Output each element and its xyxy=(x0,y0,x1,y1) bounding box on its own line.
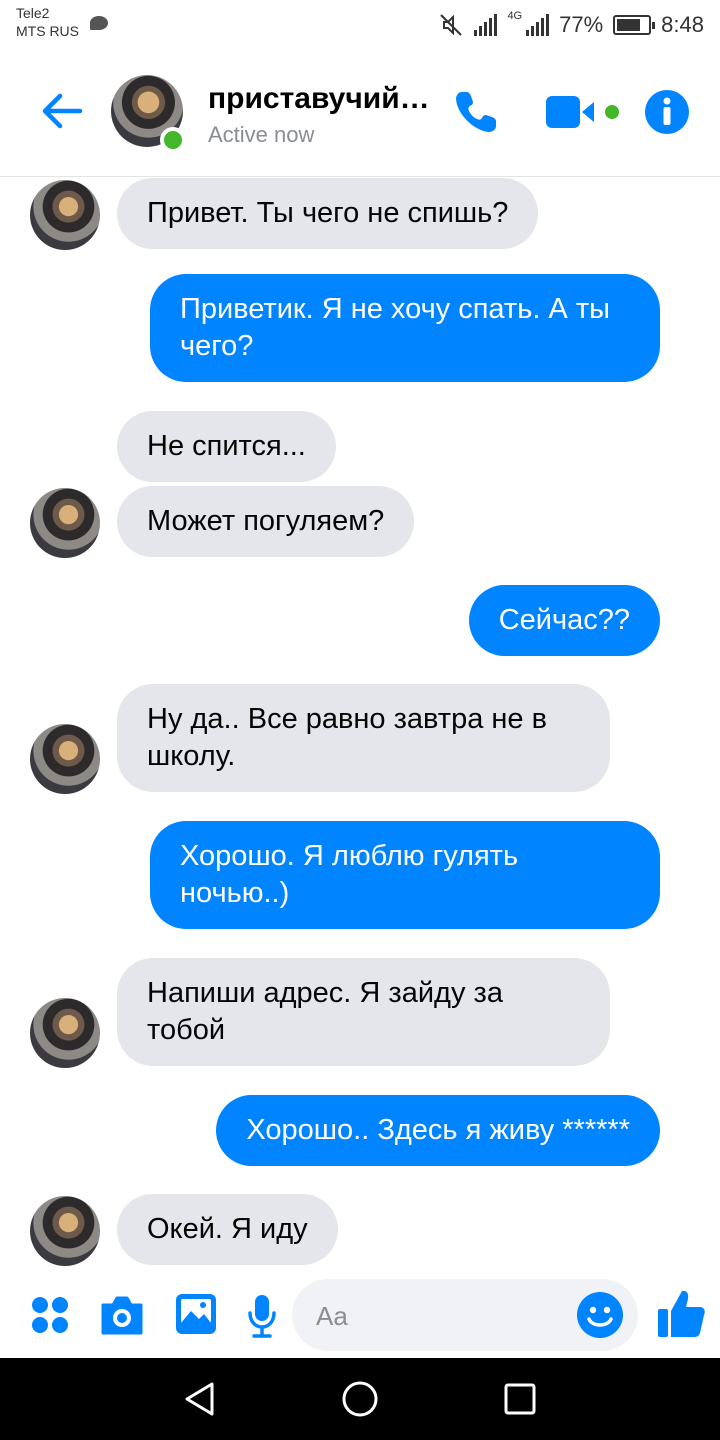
emoji-icon[interactable] xyxy=(576,1291,624,1339)
clock: 8:48 xyxy=(661,12,704,37)
outgoing-message[interactable]: Хорошо. Я люблю гулять ночью..) xyxy=(150,821,660,929)
contact-message-avatar[interactable] xyxy=(30,998,100,1068)
status-bar: Tele2 MTS RUS 4G 77% 8:48 xyxy=(0,0,720,52)
recents-square-icon[interactable] xyxy=(503,1382,537,1416)
contact-message-avatar[interactable] xyxy=(30,180,100,250)
chat-notification-icon xyxy=(90,16,108,30)
system-navigation-bar xyxy=(0,1358,720,1440)
carrier-info: Tele2 MTS RUS xyxy=(16,4,108,40)
signal-strength-2-icon xyxy=(526,14,550,36)
battery-percent: 77% xyxy=(559,12,604,37)
carrier-primary: Tele2 xyxy=(16,5,50,21)
active-status: Active now xyxy=(208,122,315,147)
incoming-message[interactable]: Ну да.. Все равно завтра не в школу. xyxy=(117,684,610,792)
status-icons: 4G 77% 8:48 xyxy=(438,10,704,40)
message-composer: Aa xyxy=(0,1273,720,1358)
back-arrow-icon[interactable] xyxy=(36,84,90,138)
incoming-message[interactable]: Окей. Я иду xyxy=(117,1194,338,1265)
contact-message-avatar[interactable] xyxy=(30,488,100,558)
incoming-message[interactable]: Не спится... xyxy=(117,411,336,482)
outgoing-message[interactable]: Приветик. Я не хочу спать. А ты чего? xyxy=(150,274,660,382)
signal-strength-icon xyxy=(474,14,498,36)
back-triangle-icon[interactable] xyxy=(182,1380,218,1418)
contact-message-avatar[interactable] xyxy=(30,1196,100,1266)
online-indicator xyxy=(160,127,186,153)
incoming-message[interactable]: Привет. Ты чего не спишь? xyxy=(117,178,539,249)
apps-icon[interactable] xyxy=(30,1295,70,1335)
home-circle-icon[interactable] xyxy=(341,1380,379,1418)
phone-icon[interactable] xyxy=(452,88,500,136)
contact-message-avatar[interactable] xyxy=(30,724,100,794)
conversation-header: приставучий… Active now xyxy=(0,52,720,177)
network-type: 4G xyxy=(507,10,523,22)
contact-name[interactable]: приставучий… xyxy=(208,82,438,116)
carrier-secondary: MTS RUS xyxy=(16,23,79,39)
info-icon[interactable] xyxy=(644,89,690,135)
microphone-icon[interactable] xyxy=(246,1293,278,1339)
outgoing-message[interactable]: Сейчас?? xyxy=(468,585,660,656)
message-input[interactable]: Aa xyxy=(292,1279,638,1351)
video-camera-icon[interactable] xyxy=(544,92,624,132)
thumbs-up-icon[interactable] xyxy=(656,1287,706,1339)
incoming-message[interactable]: Напиши адрес. Я зайду за тобой xyxy=(117,958,610,1066)
message-list[interactable]: Привет. Ты чего не спишь? Приветик. Я не… xyxy=(0,178,720,1273)
message-placeholder: Aa xyxy=(316,1301,348,1331)
outgoing-message[interactable]: Хорошо.. Здесь я живу ****** xyxy=(216,1095,660,1166)
incoming-message[interactable]: Может погуляем? xyxy=(117,486,415,557)
mute-icon xyxy=(440,14,463,36)
battery-icon xyxy=(613,15,656,35)
gallery-icon[interactable] xyxy=(175,1293,217,1335)
camera-icon[interactable] xyxy=(99,1293,145,1337)
